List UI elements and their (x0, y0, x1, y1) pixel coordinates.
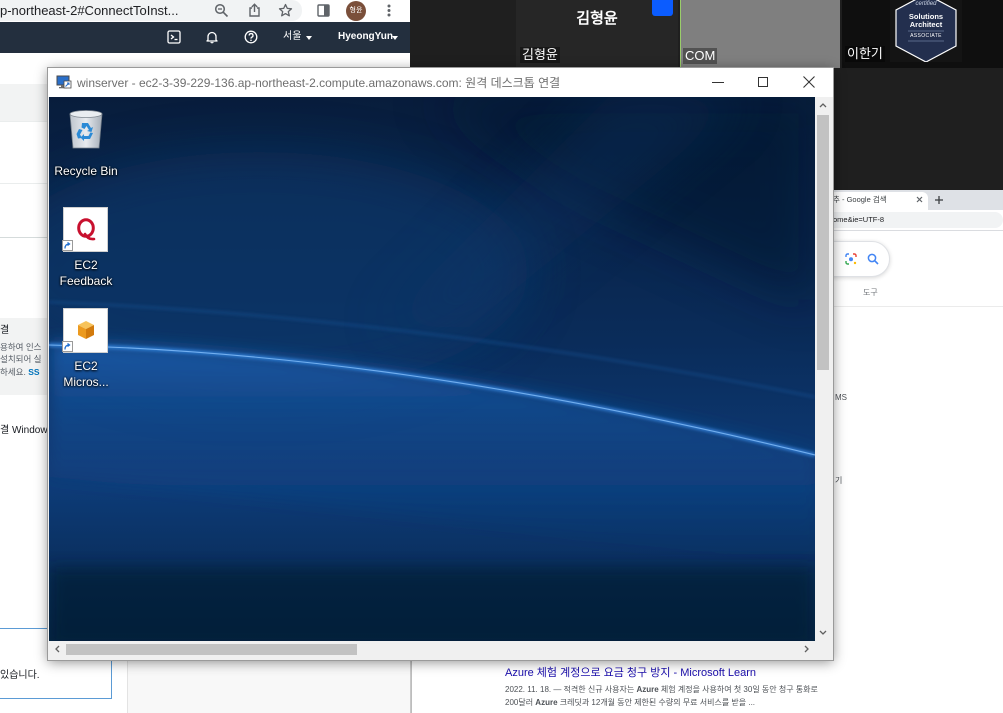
close-icon[interactable] (803, 76, 815, 88)
info-panel-text-part: 하세요. (0, 367, 29, 377)
badge-text: certified (915, 1, 937, 7)
star-icon[interactable] (278, 3, 293, 18)
close-tab-icon[interactable] (915, 195, 924, 204)
windows-wallpaper (49, 97, 815, 641)
desktop-icon-label: EC2 (74, 359, 98, 373)
q-logo-icon (77, 218, 96, 241)
desktop-icon-label: Feedback (59, 274, 113, 288)
vertical-scroll-thumb[interactable] (817, 115, 829, 370)
windows-text: 결 Windows (0, 425, 53, 436)
participant-tile[interactable]: 이한기 certified Solutions Architect ASSOCI… (842, 0, 1003, 68)
shortcut-arrow-icon (62, 240, 73, 251)
search-result-title-link[interactable]: Azure 체험 계정으로 요금 청구 방지 - Microsoft Learn (505, 666, 756, 680)
info-panel-text: 설치되어 실 (0, 354, 42, 364)
desktop-icon-label: EC2 (74, 258, 98, 272)
info-panel-text: 용하여 인스 (0, 342, 42, 352)
zoom-indicator-icon (652, 0, 673, 16)
horizontal-scroll-thumb[interactable] (66, 644, 357, 655)
cloudshell-icon[interactable] (167, 30, 181, 44)
remote-desktop-screen[interactable]: Recycle Bin EC2 Feedback EC2 Micros... (49, 97, 815, 641)
desktop-icon-ec2-microsoft[interactable]: EC2 Micros... (49, 308, 124, 390)
horizontal-scrollbar[interactable] (49, 641, 815, 658)
info-panel-text: 하세요. SS (0, 367, 40, 378)
notice-text: 있습니다. (0, 670, 40, 681)
side-panel-icon[interactable] (317, 4, 330, 17)
info-panel-link[interactable]: SS (28, 367, 39, 377)
participant-label: 이한기 (845, 46, 885, 62)
result-text-fragment: MS (835, 393, 847, 402)
address-bar-url[interactable]: p-northeast-2#ConnectToInst... (0, 1, 179, 21)
remote-desktop-app-icon (56, 75, 72, 89)
participant-label: COM (683, 48, 718, 64)
help-icon[interactable] (244, 30, 258, 44)
snippet-segment: 2022. 11. 18. — 적격한 신규 사용자는 (505, 685, 637, 694)
participant-tile[interactable]: COM (680, 0, 840, 68)
desktop-icon-label: Micros... (63, 375, 109, 389)
result-text-fragment: 기 (835, 476, 843, 485)
desktop-icon-label: Recycle Bin (54, 164, 118, 178)
share-icon[interactable] (247, 3, 262, 18)
tab-title: 추 - Google 검색 (833, 195, 887, 204)
remote-desktop-window[interactable]: winserver - ec2-3-39-229-136.ap-northeas… (48, 68, 833, 660)
aws-top-navigation: 서울 HyeongYun (0, 22, 410, 53)
scroll-right-icon[interactable] (804, 645, 810, 653)
new-tab-icon[interactable] (934, 195, 944, 205)
minimize-icon[interactable] (712, 82, 724, 83)
address-bar-url[interactable]: ome&ie=UTF-8 (833, 215, 884, 225)
desktop-icon-ec2-feedback[interactable]: EC2 Feedback (49, 207, 124, 289)
scrollbar-corner (815, 641, 831, 658)
search-result-snippet-line: 200달러 Azure 크레딧과 12개월 동안 제한된 수량의 무료 서비스를… (505, 697, 755, 708)
region-selector[interactable]: 서울 (283, 31, 301, 43)
badge-text: Architect (909, 20, 943, 29)
badge-hexagon-icon (895, 0, 957, 62)
zoom-icon[interactable] (214, 3, 229, 18)
snippet-segment: 200달러 (505, 698, 536, 707)
search-result-snippet-line: 2022. 11. 18. — 적격한 신규 사용자는 Azure 체험 계정을… (505, 684, 818, 695)
scroll-left-icon[interactable] (54, 645, 60, 653)
snippet-segment: 체험 계정을 사용하여 첫 30일 동안 청구 통화로 (658, 685, 818, 694)
shortcut-arrow-icon (62, 341, 73, 352)
aws-certification-badge: certified Solutions Architect ASSOCIATE (890, 0, 962, 62)
info-panel-heading: 결 (0, 325, 10, 336)
profile-avatar[interactable]: 형윤 (346, 1, 366, 21)
window-title: winserver - ec2-3-39-229-136.ap-northeas… (77, 76, 561, 90)
scroll-up-icon[interactable] (819, 102, 827, 108)
more-icon[interactable] (386, 3, 392, 18)
desktop-icon-recycle-bin[interactable]: Recycle Bin (49, 105, 124, 178)
badge-text: ASSOCIATE (910, 33, 942, 39)
account-menu[interactable]: HyeongYun (338, 31, 393, 43)
snippet-segment: Azure (636, 685, 659, 694)
maximize-icon[interactable] (758, 77, 768, 87)
snippet-segment: 크레딧과 12개월 동안 제한된 수량의 무료 서비스를 받을 ... (557, 698, 756, 707)
bell-icon[interactable] (205, 30, 219, 44)
window-title-bar[interactable]: winserver - ec2-3-39-229-136.ap-northeas… (48, 68, 833, 97)
recycle-bin-icon (69, 110, 103, 149)
chevron-down-icon[interactable] (306, 36, 312, 40)
google-lens-icon[interactable] (845, 253, 857, 265)
scroll-down-icon[interactable] (819, 630, 827, 636)
chevron-down-icon[interactable] (392, 36, 398, 40)
search-icon[interactable] (867, 253, 879, 265)
participant-label: 김형윤 (520, 47, 560, 63)
vertical-scrollbar[interactable] (815, 97, 831, 641)
search-tools-tab[interactable]: 도구 (863, 288, 878, 298)
browser-toolbar: p-northeast-2#ConnectToInst... 형윤 (0, 0, 410, 22)
snippet-segment: Azure (535, 698, 558, 707)
cube-icon (78, 321, 94, 339)
participant-tile[interactable]: 김형윤 김형윤 (516, 0, 678, 68)
